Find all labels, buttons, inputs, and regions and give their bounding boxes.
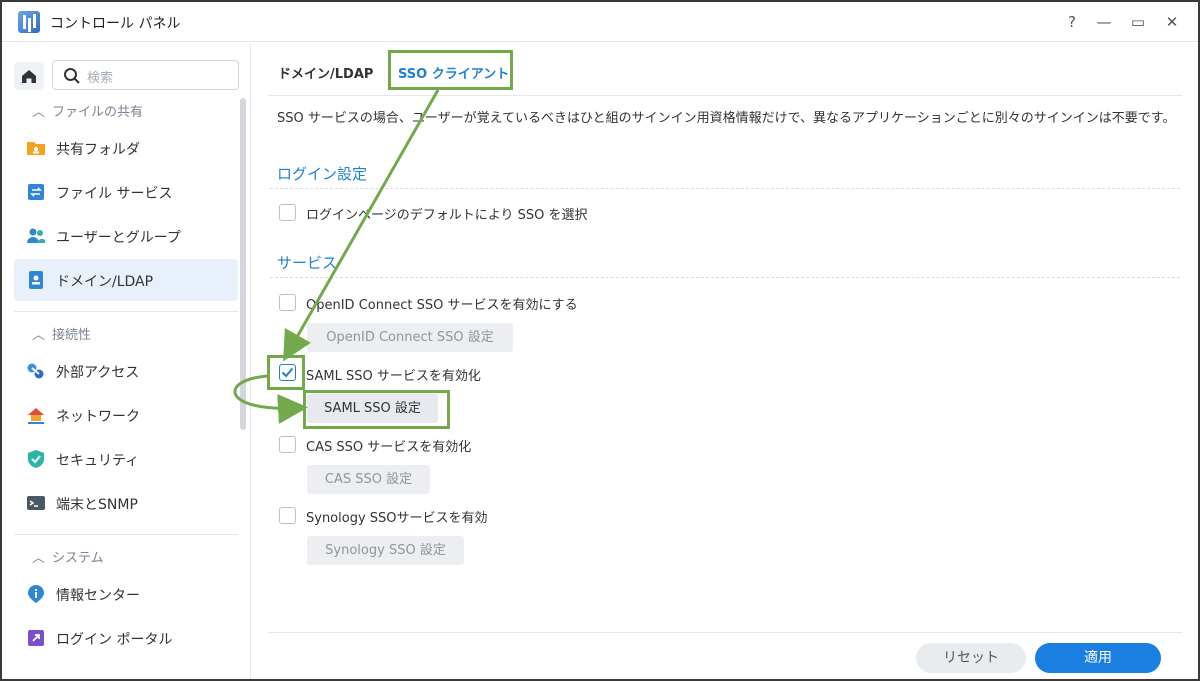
- section-divider: [270, 188, 1180, 189]
- sidebar: 検索 ︿ファイルの共有 共有フォルダ ファイル サービス ユーザーとグループ: [2, 43, 251, 679]
- apply-button[interactable]: 適用: [1035, 643, 1161, 673]
- saml-sso-label: SAML SSO サービスを有効化: [306, 369, 481, 384]
- control-panel-icon: [18, 11, 40, 33]
- login-portal-icon: [28, 630, 44, 646]
- terminal-icon: [27, 496, 45, 510]
- group-file-sharing[interactable]: ︿ ファイルの共有: [32, 101, 143, 120]
- default-sso-label: ログインページのデフォルトにより SSO を選択: [306, 208, 588, 223]
- openid-sso-label: OpenID Connect SSO サービスを有効にする: [306, 298, 578, 313]
- services-title: サービス: [277, 254, 338, 272]
- sidebar-item-shared-folder[interactable]: 共有フォルダ: [14, 127, 238, 169]
- sidebar-item-label: 共有フォルダ: [56, 142, 140, 158]
- info-center-icon: [28, 585, 44, 603]
- login-settings-title: ログイン設定: [277, 165, 368, 183]
- chevron-up-icon: ︿: [32, 105, 46, 120]
- cas-sso-settings-button[interactable]: CAS SSO 設定: [307, 465, 430, 494]
- sidebar-item-label: ユーザーとグループ: [56, 230, 181, 246]
- reset-button[interactable]: リセット: [916, 643, 1026, 673]
- sidebar-item-external-access[interactable]: 外部アクセス: [14, 350, 238, 392]
- tab-underline: [268, 95, 1182, 96]
- close-button[interactable]: ✕: [1160, 10, 1184, 34]
- group-connectivity[interactable]: ︿ 接続性: [32, 324, 91, 343]
- openid-sso-settings-button[interactable]: OpenID Connect SSO 設定: [307, 323, 513, 352]
- sidebar-divider: [14, 534, 238, 535]
- sidebar-item-file-services[interactable]: ファイル サービス: [14, 171, 238, 213]
- sidebar-item-users-groups[interactable]: ユーザーとグループ: [14, 215, 238, 257]
- sidebar-item-label: ファイル サービス: [56, 186, 173, 202]
- network-icon: [28, 408, 44, 424]
- search-icon: [64, 68, 80, 84]
- sidebar-scrollbar[interactable]: [240, 98, 246, 430]
- sso-tab-highlight: [388, 50, 513, 90]
- synology-sso-label: Synology SSOサービスを有効: [306, 511, 488, 526]
- sidebar-divider: [14, 311, 238, 312]
- sidebar-item-label: ネットワーク: [56, 409, 140, 425]
- footer-divider: [268, 632, 1182, 633]
- security-shield-icon: [28, 450, 44, 468]
- cas-sso-label: CAS SSO サービスを有効化: [306, 440, 472, 455]
- sidebar-item-network[interactable]: ネットワーク: [14, 394, 238, 436]
- section-divider: [270, 277, 1180, 278]
- sidebar-item-login-portal[interactable]: ログイン ポータル: [14, 617, 238, 659]
- home-icon: [22, 70, 36, 83]
- sidebar-item-domain-ldap[interactable]: ドメイン/LDAP: [14, 259, 238, 301]
- tab-domain-ldap[interactable]: ドメイン/LDAP: [278, 63, 373, 82]
- sidebar-item-label: ログイン ポータル: [56, 632, 173, 648]
- sidebar-item-label: ドメイン/LDAP: [56, 274, 154, 290]
- sidebar-item-label: 情報センター: [56, 588, 140, 604]
- minimize-button[interactable]: —: [1092, 10, 1116, 34]
- home-button[interactable]: [14, 62, 44, 90]
- shared-folder-icon: [27, 142, 45, 155]
- file-services-icon: [28, 184, 44, 200]
- control-panel-window: コントロール パネル ? — ▭ ✕ 検索 ︿ ファイルの共有 共有フォルダ フ…: [0, 0, 1200, 681]
- cas-sso-checkbox[interactable]: [279, 436, 296, 453]
- saml-settings-highlight: [303, 390, 450, 429]
- help-button[interactable]: ?: [1060, 10, 1084, 34]
- users-groups-icon: [27, 228, 45, 243]
- chevron-up-icon: ︿: [32, 328, 46, 343]
- window-title: コントロール パネル: [50, 16, 181, 32]
- sidebar-item-label: セキュリティ: [56, 453, 140, 469]
- synology-sso-checkbox[interactable]: [279, 507, 296, 524]
- group-system[interactable]: ︿ システム: [32, 547, 104, 566]
- saml-checkbox-highlight: [267, 355, 305, 390]
- main-panel: ドメイン/LDAP SSO クライアント SSO サービスの場合、ユーザーが覚え…: [252, 43, 1198, 679]
- maximize-button[interactable]: ▭: [1126, 10, 1150, 34]
- sidebar-item-info-center[interactable]: 情報センター: [14, 573, 238, 615]
- openid-sso-checkbox[interactable]: [279, 294, 296, 311]
- search-box[interactable]: 検索: [52, 60, 239, 90]
- chevron-up-icon: ︿: [32, 551, 46, 566]
- title-bar: コントロール パネル ? — ▭ ✕: [2, 2, 1198, 42]
- domain-ldap-icon: [29, 271, 43, 289]
- sidebar-item-security[interactable]: セキュリティ: [14, 438, 238, 480]
- sso-description: SSO サービスの場合、ユーザーが覚えているべきはひと組のサインイン用資格情報だ…: [277, 111, 1176, 126]
- sidebar-item-label: 外部アクセス: [56, 365, 140, 381]
- sidebar-item-label: 端末とSNMP: [56, 497, 138, 513]
- search-placeholder: 検索: [87, 71, 114, 86]
- default-sso-checkbox[interactable]: [279, 204, 296, 221]
- synology-sso-settings-button[interactable]: Synology SSO 設定: [307, 536, 464, 565]
- external-access-icon: [27, 363, 44, 379]
- sidebar-item-terminal-snmp[interactable]: 端末とSNMP: [14, 482, 238, 524]
